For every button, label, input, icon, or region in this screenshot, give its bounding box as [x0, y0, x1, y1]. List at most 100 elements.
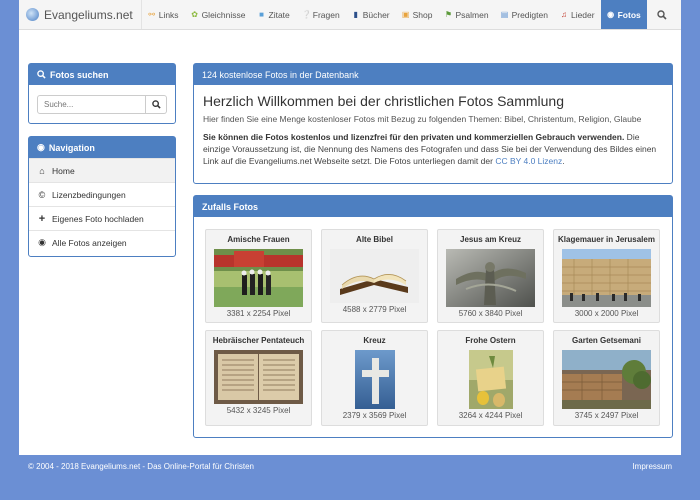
top-navbar: Evangeliums.net ⚯ Links ✿ Gleichnisse ■ …: [19, 0, 681, 30]
photo-size: 4588 x 2779 Pixel: [342, 305, 407, 314]
welcome-bold-text: Sie können die Fotos kostenlos und lizen…: [203, 132, 625, 142]
nav-item-shop[interactable]: ▣ Shop: [396, 0, 439, 29]
nav-item-predigten[interactable]: ▤ Predigten: [495, 0, 554, 29]
search-icon: [657, 9, 667, 20]
photo-thumbnail[interactable]: [468, 350, 513, 409]
leaf-icon: ✿: [191, 10, 198, 19]
nav-label: Lieder: [570, 9, 595, 20]
bookmark-icon: ⚑: [444, 10, 453, 19]
nav-label: Bücher: [362, 9, 390, 20]
nav-label: Predigten: [511, 9, 548, 20]
nav-item-psalmen[interactable]: ⚑ Psalmen: [439, 0, 495, 29]
random-photos-panel: Zufalls Fotos Amische Frauen 3381 x 2254…: [193, 195, 673, 438]
photo-size: 3745 x 2497 Pixel: [574, 411, 639, 420]
photo-title: Jesus am Kreuz: [460, 235, 521, 244]
photo-thumbnail[interactable]: [354, 350, 395, 409]
photo-card[interactable]: Kreuz 2379 x 3569 Pixel: [321, 330, 428, 426]
photo-title: Kreuz: [363, 336, 386, 345]
welcome-panel-header: 124 kostenlose Fotos in der Datenbank: [194, 64, 672, 85]
welcome-text: Sie können die Fotos kostenlos und lizen…: [203, 131, 663, 167]
nav-label: Links: [158, 9, 179, 20]
photo-grid: Amische Frauen 3381 x 2254 Pixel Alte Bi…: [205, 229, 660, 426]
footer-impressum-link[interactable]: Impressum: [632, 462, 672, 471]
photo-card[interactable]: Frohe Ostern 3264 x 4244 Pixel: [437, 330, 544, 426]
nav-item-fotos[interactable]: ◉ Fotos: [600, 0, 647, 29]
photo-title: Garten Getsemani: [572, 336, 641, 345]
photo-thumbnail[interactable]: [562, 350, 651, 409]
nav-label: Psalmen: [455, 9, 489, 20]
camera-icon: ◉: [38, 237, 46, 247]
page-title: Herzlich Willkommen bei der christlichen…: [203, 93, 565, 109]
search-panel-title: Fotos suchen: [50, 69, 109, 80]
copyright-icon: ©: [38, 189, 46, 200]
nav-search-button[interactable]: [647, 0, 677, 29]
sidebar-item-home[interactable]: ⌂ Home: [29, 158, 175, 182]
sidebar-item-label: Home: [52, 165, 75, 176]
cart-icon: ▣: [401, 10, 410, 19]
sidebar-item-lizenzbedingungen[interactable]: © Lizenzbedingungen: [29, 182, 175, 206]
sidebar-item-label: Lizenzbedingungen: [52, 189, 126, 200]
search-panel-header: Fotos suchen: [29, 64, 175, 85]
sidebar-item-label: Alle Fotos anzeigen: [52, 237, 127, 248]
search-panel: Fotos suchen: [28, 63, 176, 124]
main-content: Fotos suchen ◉ Navigation ⌂ Home © Lizen…: [19, 30, 681, 455]
camera-icon: ◉: [607, 10, 615, 19]
photo-size: 3000 x 2000 Pixel: [574, 309, 639, 318]
random-photos-title: Zufalls Fotos: [202, 201, 258, 212]
brand-link[interactable]: Evangeliums.net: [19, 0, 142, 29]
globe-logo-icon: [26, 8, 39, 21]
nav-label: Shop: [412, 9, 433, 20]
random-photos-header: Zufalls Fotos: [194, 196, 672, 217]
nav-item-links[interactable]: ⚯ Links: [142, 0, 185, 29]
nav-label: Fragen: [312, 9, 340, 20]
photo-thumbnail[interactable]: [214, 350, 303, 404]
welcome-subtitle: Hier finden Sie eine Menge kostenloser F…: [203, 114, 642, 124]
circle-dot-icon: ◉: [37, 142, 45, 152]
nav-label: Gleichnisse: [201, 9, 246, 20]
sidebar-item-upload[interactable]: + Eigenes Foto hochladen: [29, 206, 175, 230]
photo-title: Alte Bibel: [356, 235, 393, 244]
nav-label: Zitate: [268, 9, 290, 20]
nav-label: Fotos: [617, 9, 641, 20]
sidebar-item-label: Eigenes Foto hochladen: [52, 213, 144, 224]
photo-title: Hebräischer Pentateuch: [212, 336, 305, 345]
photo-thumbnail[interactable]: [446, 249, 535, 307]
navigation-panel: ◉ Navigation ⌂ Home © Lizenzbedingungen …: [28, 136, 176, 257]
link-icon: ⚯: [148, 10, 156, 19]
search-input[interactable]: [37, 95, 146, 114]
photo-card[interactable]: Amische Frauen 3381 x 2254 Pixel: [205, 229, 312, 323]
photo-title: Klagemauer in Jerusalem: [558, 235, 655, 244]
photo-card[interactable]: Hebräischer Pentateuch 5432 x 3245 Pixel: [205, 330, 312, 426]
license-link[interactable]: CC BY 4.0 Lizenz: [495, 156, 562, 166]
sidebar-item-all-photos[interactable]: ◉ Alle Fotos anzeigen: [29, 230, 175, 254]
welcome-end: .: [562, 156, 565, 166]
nav-item-buecher[interactable]: ▮ Bücher: [346, 0, 396, 29]
brand-name: Evangeliums.net: [44, 7, 133, 22]
music-icon: ♫: [560, 10, 567, 19]
nav-item-fragen[interactable]: ❔ Fragen: [296, 0, 346, 29]
photo-card[interactable]: Garten Getsemani 3745 x 2497 Pixel: [553, 330, 660, 426]
search-submit-button[interactable]: [146, 95, 167, 114]
navigation-panel-header: ◉ Navigation: [29, 137, 175, 158]
photo-size: 5760 x 3840 Pixel: [458, 309, 523, 318]
photo-size: 5432 x 3245 Pixel: [226, 406, 291, 415]
photo-card[interactable]: Alte Bibel 4588 x 2779 Pixel: [321, 229, 428, 323]
photo-card[interactable]: Jesus am Kreuz 5760 x 3840 Pixel: [437, 229, 544, 323]
photo-size: 3264 x 4244 Pixel: [458, 411, 523, 420]
footer-copyright: © 2004 - 2018 Evangeliums.net - Das Onli…: [28, 462, 255, 471]
photo-title: Amische Frauen: [227, 235, 290, 244]
photo-thumbnail[interactable]: [214, 249, 303, 307]
photo-thumbnail[interactable]: [562, 249, 651, 307]
nav-item-zitate[interactable]: ■ Zitate: [252, 0, 296, 29]
nav-item-lieder[interactable]: ♫ Lieder: [554, 0, 601, 29]
photo-thumbnail[interactable]: [330, 249, 419, 303]
search-icon: [151, 100, 161, 109]
nav-item-gleichnisse[interactable]: ✿ Gleichnisse: [185, 0, 252, 29]
home-icon: ⌂: [39, 165, 45, 176]
navigation-panel-title: Navigation: [48, 142, 95, 153]
book-icon: ▮: [353, 10, 358, 19]
photo-title: Frohe Ostern: [465, 336, 516, 345]
question-icon: ❔: [301, 10, 312, 19]
photo-card[interactable]: Klagemauer in Jerusalem 3000 x 2000 Pixe…: [553, 229, 660, 323]
search-icon: [37, 70, 46, 79]
